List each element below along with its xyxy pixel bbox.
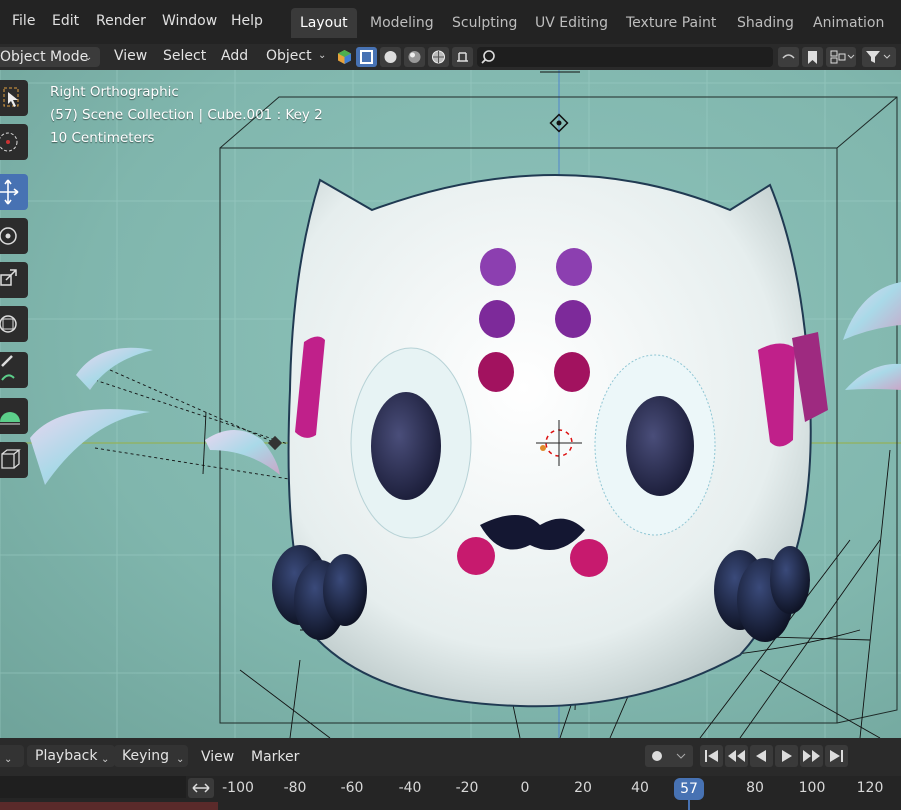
transform-tool[interactable]: [0, 306, 28, 342]
tick-label: 80: [746, 780, 764, 796]
tab-animation[interactable]: Animation: [804, 8, 893, 38]
tick-label: 0: [520, 780, 530, 796]
menu-view[interactable]: View: [114, 48, 147, 64]
frame-field[interactable]: [0, 776, 186, 798]
pivot-icon[interactable]: [778, 47, 799, 67]
shading-material-icon[interactable]: [404, 47, 425, 67]
tick-label: 20: [574, 780, 592, 796]
select-box-tool[interactable]: [0, 80, 28, 116]
menu-window[interactable]: Window: [162, 13, 217, 29]
scene-canvas: [0, 70, 901, 738]
range-bar: [0, 802, 218, 810]
3d-viewport[interactable]: Right Orthographic (57) Scene Collection…: [0, 70, 901, 738]
cheek-left: [457, 537, 495, 575]
timeline-view-menu[interactable]: View: [201, 749, 234, 765]
wireframe-toggle-icon[interactable]: [356, 47, 377, 67]
next-keyframe-icon[interactable]: [800, 745, 823, 767]
editor-type-dropdown[interactable]: ⌄: [0, 745, 24, 767]
keying-label: Keying: [122, 748, 170, 764]
chevron-down-icon: ⌄: [318, 50, 327, 61]
search-field[interactable]: [477, 47, 773, 67]
auto-keying-button[interactable]: [645, 745, 693, 767]
cursor-tool[interactable]: [0, 124, 28, 160]
keying-dropdown[interactable]: Keying ⌄: [114, 745, 188, 767]
tab-sculpting[interactable]: Sculpting: [443, 8, 526, 38]
mode-label: Object Mode: [0, 49, 89, 65]
prev-keyframe-icon[interactable]: [725, 745, 748, 767]
eye-left: [371, 392, 441, 500]
tick-label: 40: [631, 780, 649, 796]
menu-select[interactable]: Select: [163, 48, 206, 64]
viewport-header: Object Mode ⌄ View Select Add Object ⌄: [0, 44, 901, 70]
tick-label: -100: [222, 780, 254, 796]
view-name: Right Orthographic: [50, 84, 179, 100]
shading-rendered-icon[interactable]: [428, 47, 449, 67]
horizontal-scroll-icon[interactable]: [188, 778, 214, 798]
search-icon: [481, 50, 495, 64]
annotate-tool[interactable]: [0, 352, 28, 388]
empty-marker-left: [267, 435, 283, 451]
timeline-marker-menu[interactable]: Marker: [251, 749, 299, 765]
menu-file[interactable]: File: [12, 13, 35, 29]
timeline-ruler[interactable]: -100 -80 -60 -40 -20 0 20 40 80 100 120 …: [0, 776, 901, 810]
chevron-down-icon: ⌄: [101, 754, 110, 765]
top-bar: File Edit Render Window Help Layout Mode…: [0, 0, 901, 44]
tick-label: -20: [455, 780, 479, 796]
scale-label: 10 Centimeters: [50, 130, 155, 146]
scene-info: (57) Scene Collection | Cube.001 : Key 2: [50, 107, 323, 123]
cheek-right: [570, 539, 608, 577]
menu-object[interactable]: Object: [266, 48, 312, 64]
jump-start-icon[interactable]: [700, 745, 723, 767]
add-cube-tool[interactable]: [0, 442, 28, 478]
tick-label: -80: [283, 780, 307, 796]
tick-label: -60: [340, 780, 364, 796]
eye-right: [626, 396, 694, 496]
playback-dropdown[interactable]: Playback ⌄: [27, 745, 115, 767]
menu-add[interactable]: Add: [221, 48, 248, 64]
jump-end-icon[interactable]: [825, 745, 848, 767]
play-icon[interactable]: [775, 745, 798, 767]
measure-tool[interactable]: [0, 398, 28, 434]
timeline-header: ⌄ Playback ⌄ Keying ⌄ View Marker: [0, 738, 901, 776]
tab-texture-paint[interactable]: Texture Paint: [617, 8, 725, 38]
shading-solid-icon[interactable]: [380, 47, 401, 67]
tick-label: 120: [856, 780, 884, 796]
play-reverse-icon[interactable]: [750, 745, 773, 767]
rotate-tool[interactable]: [0, 218, 28, 254]
tab-uv-editing[interactable]: UV Editing: [526, 8, 617, 38]
playback-label: Playback: [35, 748, 98, 764]
chevron-down-icon: ⌄: [4, 754, 13, 765]
scale-tool[interactable]: [0, 262, 28, 298]
bookmark-icon[interactable]: [802, 47, 823, 67]
chevron-down-icon: ⌄: [84, 52, 93, 63]
filter-icon[interactable]: [862, 47, 896, 67]
chevron-down-icon: ⌄: [176, 754, 185, 765]
tab-shading[interactable]: Shading: [728, 8, 803, 38]
current-frame-indicator[interactable]: 57: [674, 778, 704, 800]
tick-label: -40: [398, 780, 422, 796]
move-tool[interactable]: [0, 174, 28, 210]
overlay-icon[interactable]: [452, 47, 473, 67]
menu-help[interactable]: Help: [231, 13, 263, 29]
tick-label: 100: [798, 780, 826, 796]
display-mode-icon[interactable]: [826, 47, 856, 67]
menu-render[interactable]: Render: [96, 13, 146, 29]
tab-modeling[interactable]: Modeling: [361, 8, 443, 38]
menu-edit[interactable]: Edit: [52, 13, 79, 29]
mode-dropdown[interactable]: Object Mode ⌄: [0, 47, 100, 67]
tab-layout[interactable]: Layout: [291, 8, 357, 38]
gizmo-color-icon[interactable]: [334, 47, 355, 67]
